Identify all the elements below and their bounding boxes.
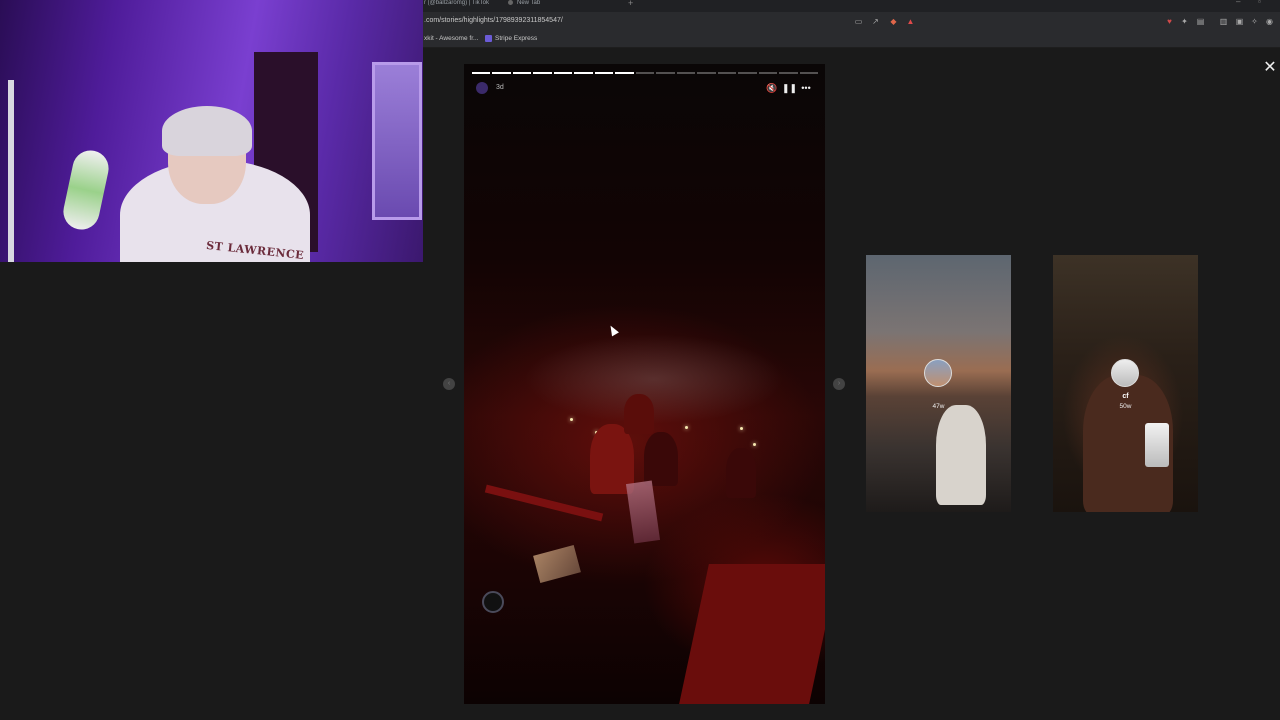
crowd-figure (726, 448, 756, 498)
tab-label: New Tab (517, 0, 541, 6)
webcam-window (372, 62, 422, 220)
brave-rewards-icon[interactable]: ▲ (906, 17, 915, 26)
bookmark-item-stripe[interactable]: Stripe Express (485, 35, 537, 42)
progress-segment (594, 72, 614, 74)
extensions-puzzle-icon[interactable]: ✦ (1180, 17, 1189, 26)
globe-icon (508, 0, 513, 5)
preview-username: cf (1122, 393, 1129, 400)
phone-image (1145, 423, 1169, 467)
progress-segment (697, 72, 716, 74)
story-media[interactable] (464, 64, 825, 704)
minimize-icon[interactable]: – (1236, 0, 1240, 6)
progress-segment (635, 72, 655, 74)
pause-icon[interactable]: ❚❚ (782, 81, 797, 95)
bookmark-item[interactable]: xkit - Awesome fr... (424, 35, 478, 42)
crowd-figure (644, 432, 678, 486)
smoke-effect (524, 334, 784, 424)
preview-timestamp: 47w (932, 403, 945, 410)
person-silhouette (936, 405, 986, 505)
progress-segment (472, 72, 491, 74)
extension-icon[interactable]: ♥ (1165, 17, 1174, 26)
dj-screen (533, 545, 581, 583)
red-light-block (679, 564, 825, 704)
progress-segment (738, 72, 757, 74)
next-story-icon[interactable]: › (833, 378, 845, 390)
vpn-icon[interactable]: ◉ (1265, 17, 1274, 26)
progress-segment (799, 72, 818, 74)
story-timestamp: 3d (496, 84, 504, 91)
progress-segment (676, 72, 696, 74)
avatar (924, 359, 952, 387)
brave-shield-icon[interactable]: ◆ (889, 17, 898, 26)
avatar (1111, 359, 1139, 387)
story-header: 3d 🔇 ❚❚ ••• (472, 81, 818, 95)
microphone (60, 147, 112, 233)
tab-icon[interactable]: ▤ (1196, 17, 1205, 26)
browser-tab-tiktok[interactable]: r (@ballzaromg) | TikTok (424, 0, 489, 12)
progress-segment (553, 72, 573, 74)
stage-light (685, 426, 688, 429)
wallet-icon[interactable]: ▣ (1235, 17, 1244, 26)
preview-timestamp: 50w (1119, 403, 1132, 410)
share-icon[interactable]: ↗ (871, 17, 880, 26)
streamer-hair (162, 106, 252, 156)
screen-cast-icon[interactable]: ▭ (854, 17, 863, 26)
progress-segment (492, 72, 511, 74)
new-tab-button[interactable]: + (628, 0, 633, 8)
stripe-icon (485, 35, 492, 42)
tab-label: r (@ballzaromg) | TikTok (424, 0, 489, 6)
red-light-beam (484, 484, 604, 522)
progress-segment (574, 72, 593, 74)
bookmark-label: Stripe Express (495, 35, 538, 43)
progress-segment (758, 72, 778, 74)
stage-light (753, 443, 756, 446)
progress-segment (779, 72, 798, 74)
previous-story-icon[interactable]: ‹ (443, 378, 455, 390)
progress-segment (533, 72, 552, 74)
stage-light (570, 418, 573, 421)
progress-segment (717, 72, 737, 74)
crowd-figure (624, 394, 654, 434)
sidebar-icon[interactable]: ▥ (1219, 17, 1228, 26)
dj-laptop (625, 480, 661, 544)
mute-icon[interactable]: 🔇 (766, 81, 778, 95)
progress-segment (615, 72, 634, 74)
story-progress-bar (472, 72, 818, 74)
next-story-preview[interactable]: 47w (866, 255, 1011, 512)
window-control-icon[interactable]: ▫ (1258, 0, 1261, 6)
progress-segment (512, 72, 532, 74)
progress-segment (656, 72, 675, 74)
dj-deck (482, 591, 504, 613)
more-options-icon[interactable]: ••• (800, 81, 812, 95)
close-icon[interactable]: ✕ (1262, 60, 1278, 76)
browser-tab-new[interactable]: New Tab (508, 0, 540, 12)
next-story-preview[interactable]: cf 50w (1053, 255, 1198, 512)
stage-light (740, 427, 743, 430)
leo-icon[interactable]: ✧ (1250, 17, 1259, 26)
url-field[interactable]: .com/stories/highlights/1798939231185454… (424, 17, 563, 24)
avatar[interactable] (476, 82, 488, 94)
mic-stand (8, 80, 14, 262)
bookmark-label: xkit - Awesome fr... (424, 35, 479, 42)
webcam-overlay: ST LAWRENCE (0, 0, 423, 262)
